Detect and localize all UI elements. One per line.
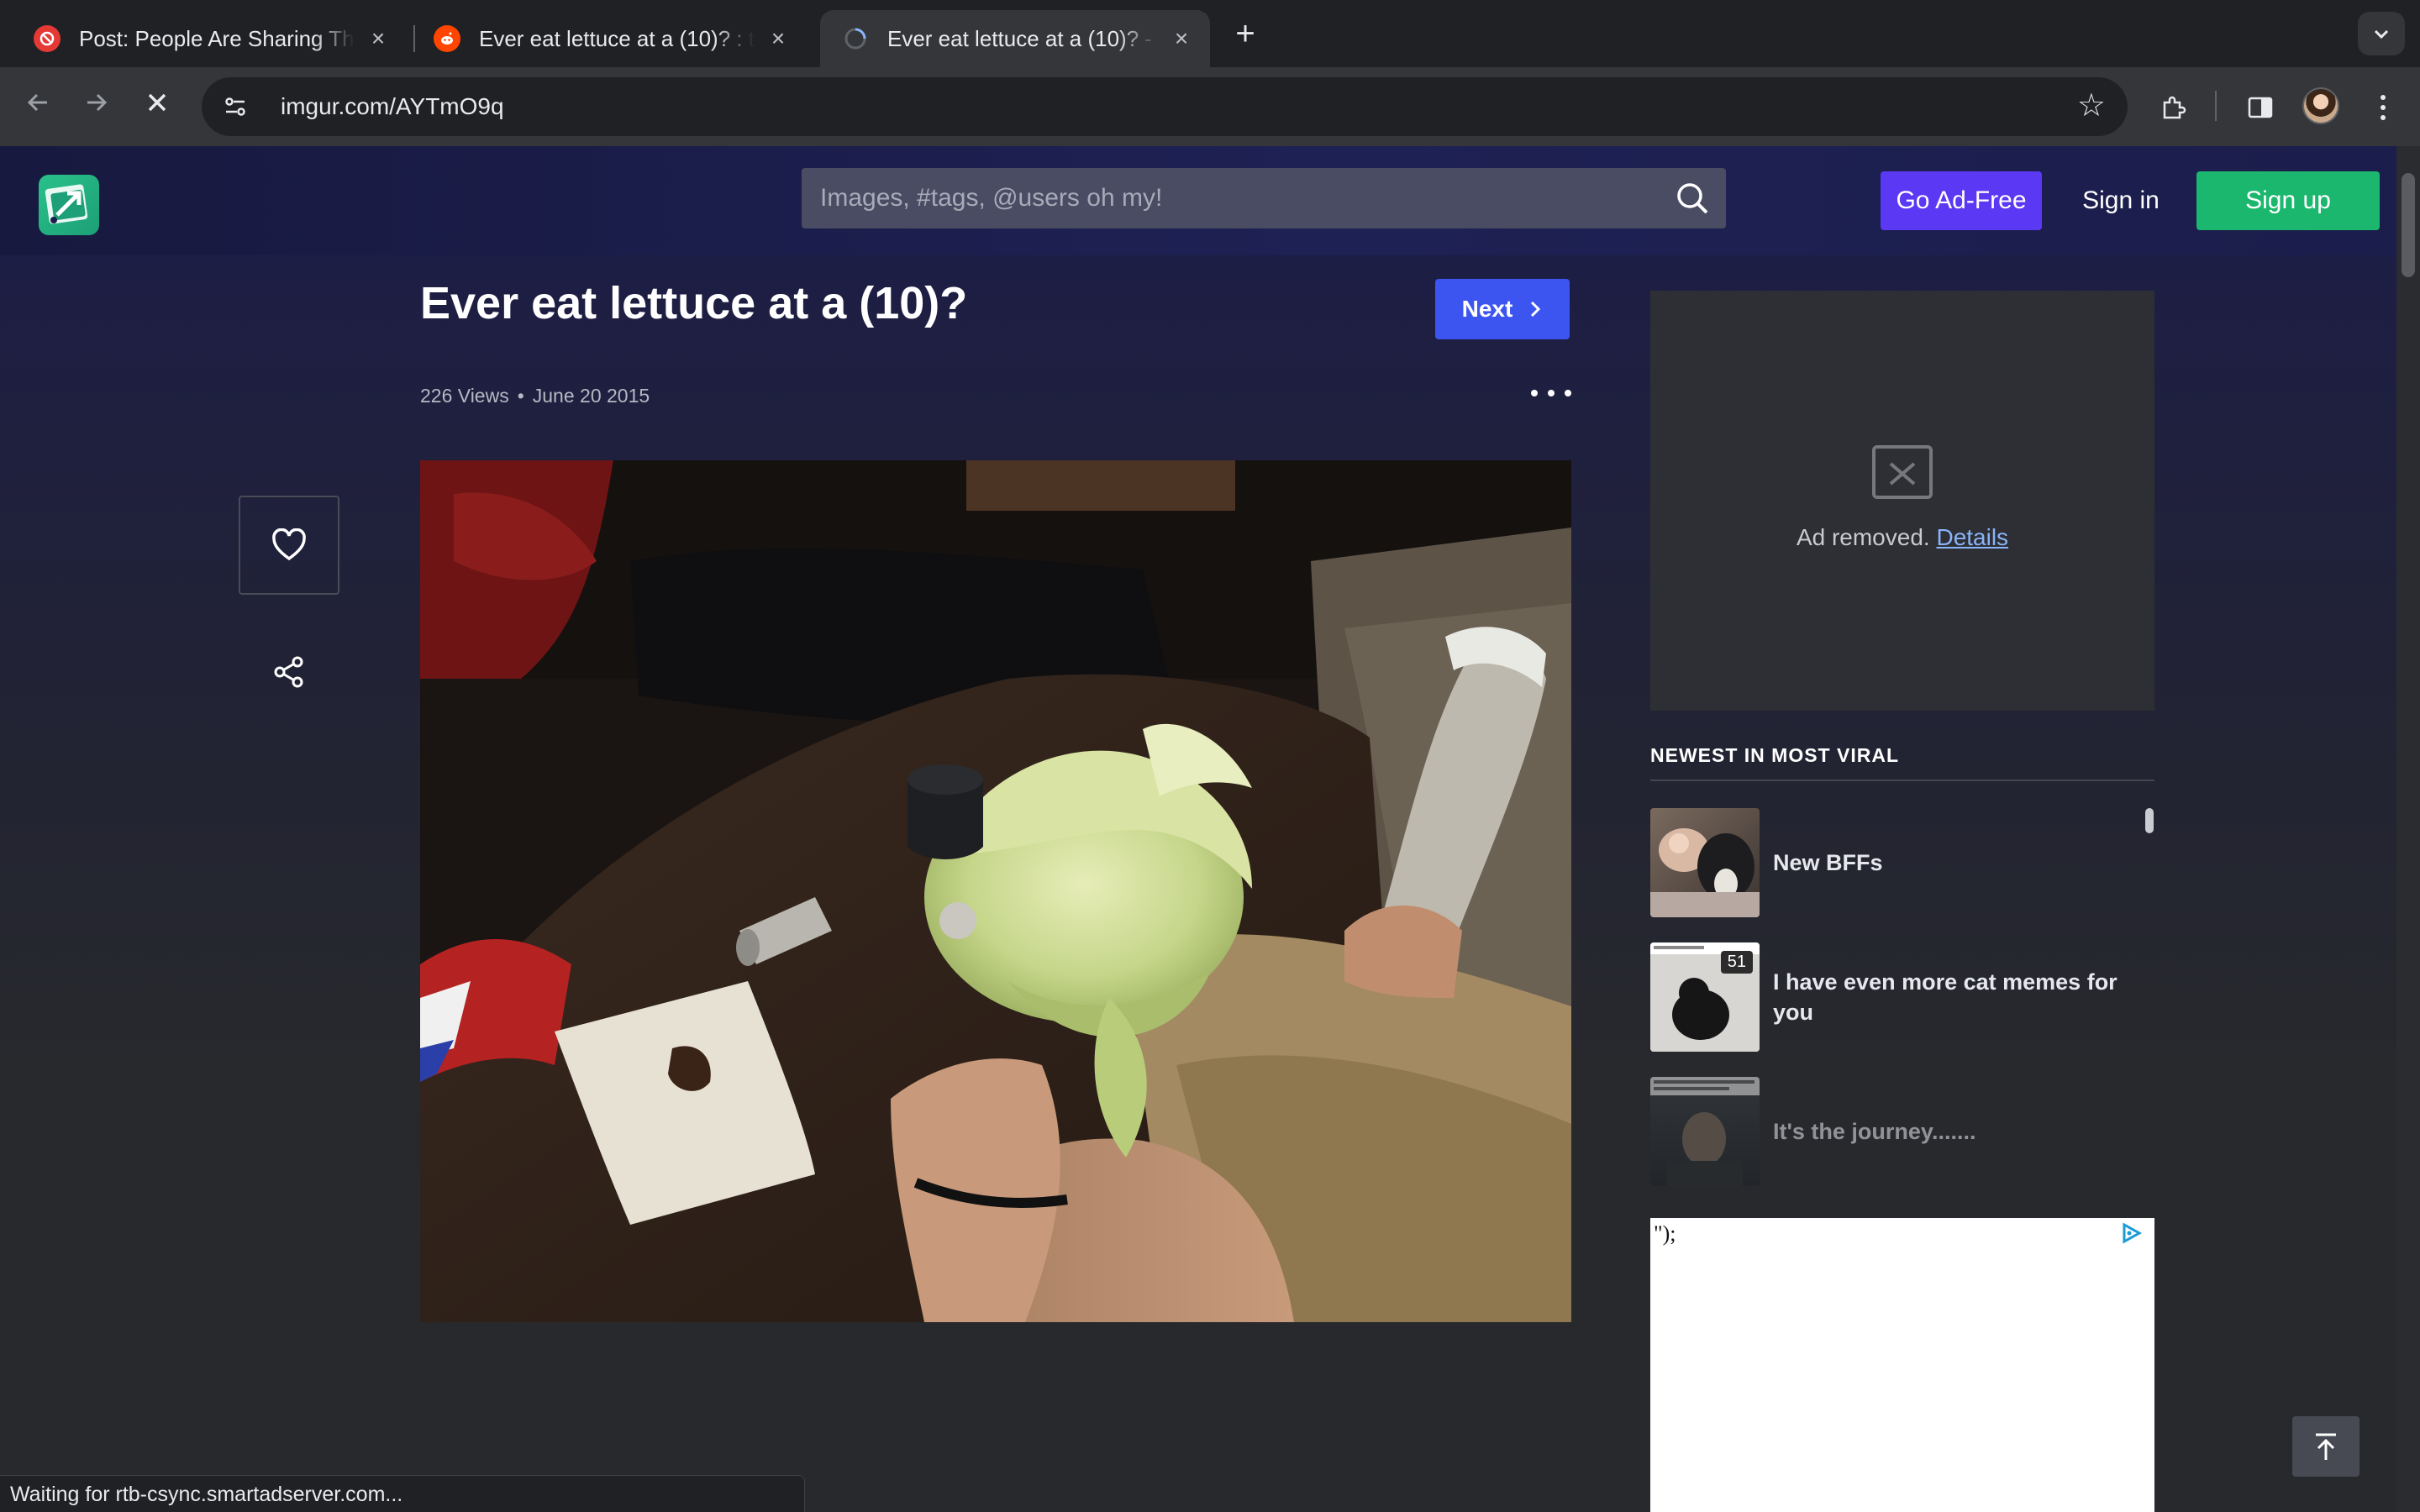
close-tab-icon[interactable]: × <box>765 25 792 52</box>
toolbar-divider <box>2215 91 2217 121</box>
viral-item[interactable]: New BFFs <box>1650 808 2121 917</box>
tab-title: Post: People Are Sharing The <box>79 25 355 51</box>
more-options-icon[interactable] <box>1531 380 1571 407</box>
lettuce-photo <box>420 460 1571 1322</box>
address-bar[interactable]: imgur.com/AYTmO9q ☆ <box>202 77 2128 136</box>
viral-item-title: I have even more cat memes for you <box>1773 969 2118 1025</box>
viral-thumbnail <box>1650 1077 1760 1186</box>
favorite-button[interactable] <box>239 496 339 595</box>
extensions-icon[interactable] <box>2149 84 2196 131</box>
go-ad-free-button[interactable]: Go Ad-Free <box>1881 171 2042 230</box>
arrow-left-icon <box>27 93 47 112</box>
tab-title: Ever eat lettuce at a (10)? - I <box>887 25 1158 51</box>
post-title: Ever eat lettuce at a (10)? <box>420 278 968 328</box>
profile-avatar[interactable] <box>2302 87 2339 124</box>
viral-section-heading: NEWEST IN MOST VIRAL <box>1650 744 1899 766</box>
next-post-button[interactable]: Next <box>1435 279 1570 339</box>
url-text[interactable]: imgur.com/AYTmO9q <box>281 93 504 120</box>
viral-item-title: It's the journey....... <box>1773 1119 1976 1144</box>
scroll-to-top-button[interactable] <box>2292 1416 2360 1477</box>
bookmark-star-icon[interactable]: ☆ <box>2077 87 2106 124</box>
close-tab-icon[interactable]: × <box>365 25 392 52</box>
post-image[interactable] <box>420 460 1571 1322</box>
forward-button[interactable] <box>76 86 118 128</box>
back-button[interactable] <box>17 86 59 128</box>
new-tab-button[interactable]: + <box>1228 15 1262 52</box>
viral-thumbnail <box>1650 808 1760 917</box>
status-bar: Waiting for rtb-csync.smartadserver.com.… <box>0 1475 805 1512</box>
arrow-up-icon <box>2316 1433 2336 1460</box>
ad-iframe[interactable]: "); <box>1650 1218 2154 1512</box>
browser-tab-reddit[interactable]: Ever eat lettuce at a (10)? : tr × <box>412 10 807 67</box>
post-meta: 226 Views • June 20 2015 <box>420 385 650 407</box>
no-entry-icon <box>34 25 60 52</box>
share-icon[interactable] <box>271 654 308 690</box>
search-input[interactable] <box>802 168 1659 228</box>
ad-removed-text: Ad removed. <box>1796 524 1930 550</box>
viral-item-title: New BFFs <box>1773 850 1883 875</box>
heart-icon <box>272 528 306 561</box>
imgur-logo[interactable] <box>39 175 99 235</box>
chevron-right-icon <box>1531 301 1541 318</box>
arrow-right-icon <box>87 93 108 112</box>
imgur-logo-icon <box>45 184 88 224</box>
side-panel-icon[interactable] <box>2237 84 2284 131</box>
close-tab-icon[interactable]: × <box>1168 25 1195 52</box>
sign-in-button[interactable]: Sign in <box>2070 171 2171 230</box>
tab-title: Ever eat lettuce at a (10)? : tr <box>479 25 755 51</box>
close-icon <box>148 93 166 112</box>
adchoices-icon[interactable] <box>2119 1221 2143 1245</box>
ad-details-link[interactable]: Details <box>1936 524 2008 550</box>
page-scrollbar[interactable] <box>2396 146 2420 1512</box>
chevron-down-icon <box>2374 29 2389 39</box>
browser-menu-icon[interactable] <box>2360 84 2407 131</box>
ad-removed-message: Ad removed. Details <box>1650 524 2154 551</box>
page-scrollbar-thumb[interactable] <box>2402 173 2415 277</box>
reddit-icon <box>434 25 460 52</box>
meta-separator: • <box>517 385 524 407</box>
loading-icon <box>842 25 869 52</box>
browser-tab-imgur-active[interactable]: Ever eat lettuce at a (10)? - I × <box>820 10 1210 67</box>
post-date: June 20 2015 <box>532 385 650 407</box>
viral-item[interactable]: 51 I have even more cat memes for you <box>1650 942 2121 1052</box>
search-icon[interactable] <box>1674 180 1711 217</box>
next-label: Next <box>1461 296 1513 322</box>
tab-search-button[interactable] <box>2358 12 2405 55</box>
image-count-badge: 51 <box>1720 951 1753 974</box>
site-settings-icon[interactable] <box>218 90 252 123</box>
ad-placeholder: Ad removed. Details <box>1650 291 2154 711</box>
view-count: 226 Views <box>420 385 509 407</box>
stop-loading-button[interactable] <box>136 86 178 128</box>
viral-thumbnail: 51 <box>1650 942 1760 1052</box>
viral-item[interactable]: It's the journey....... <box>1650 1077 2121 1186</box>
ad-frame-icon <box>1872 445 1933 499</box>
sign-up-button[interactable]: Sign up <box>2196 171 2380 230</box>
viral-divider <box>1650 780 2154 781</box>
site-search <box>802 168 1726 228</box>
viral-list-scrollbar[interactable] <box>2145 808 2154 833</box>
ad-code-fragment: "); <box>1654 1221 1676 1246</box>
browser-tab-post[interactable]: Post: People Are Sharing The × <box>12 10 407 67</box>
